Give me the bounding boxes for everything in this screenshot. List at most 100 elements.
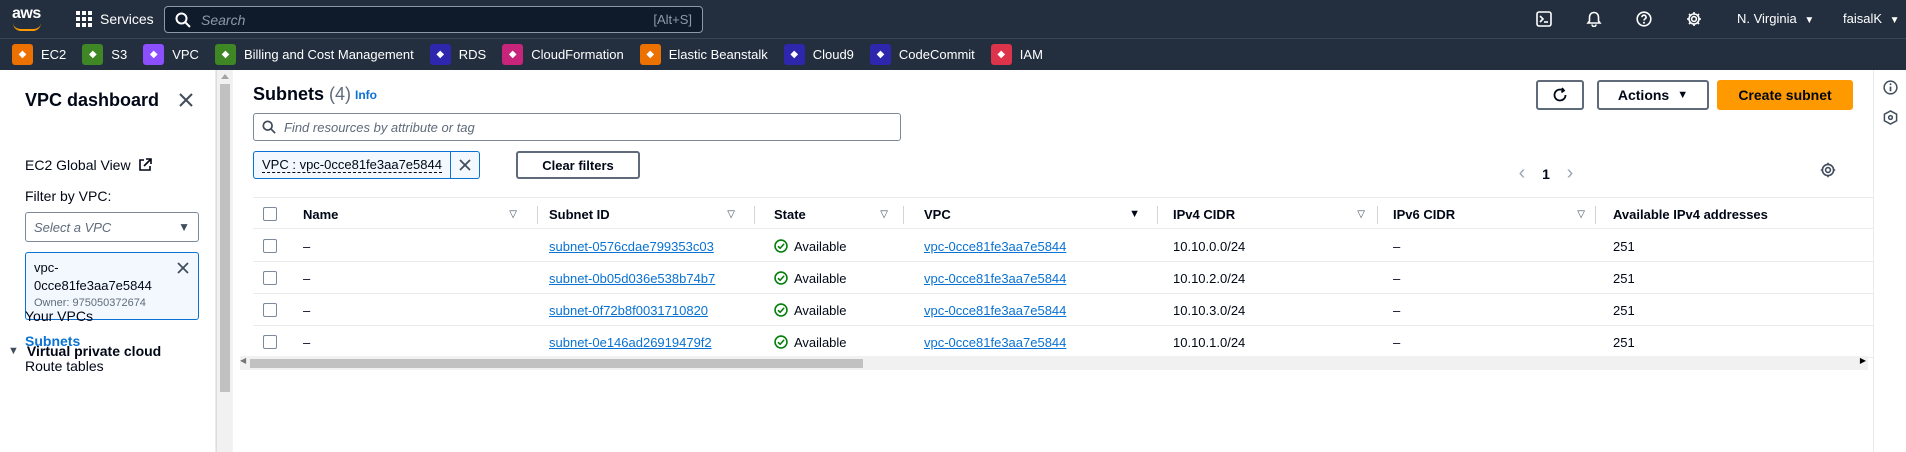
column-separator[interactable]: [1157, 206, 1158, 224]
remove-token-icon[interactable]: [176, 261, 190, 275]
column-separator[interactable]: [1377, 206, 1378, 224]
column-header-ipv6-cidr[interactable]: IPv6 CIDR ▽: [1393, 198, 1593, 230]
cell-link[interactable]: vpc-0cce81fe3aa7e5844: [924, 239, 1066, 254]
row-checkbox[interactable]: [263, 303, 277, 317]
cell-link[interactable]: vpc-0cce81fe3aa7e5844: [924, 335, 1066, 350]
favorite-billing-and-cost-management[interactable]: ◆ Billing and Cost Management: [214, 44, 414, 65]
table-horizontal-scrollbar[interactable]: ◀ ▶: [240, 356, 1868, 370]
create-subnet-label: Create subnet: [1738, 87, 1832, 103]
cell-link[interactable]: vpc-0cce81fe3aa7e5844: [924, 271, 1066, 286]
column-header-vpc[interactable]: VPC ▼: [924, 198, 1148, 230]
service-icon: ◆: [214, 44, 236, 65]
service-icon: ◆: [639, 44, 661, 65]
favorite-cloudformation[interactable]: ◆ CloudFormation: [502, 44, 624, 65]
table-row[interactable]: – subnet-0f72b8f0031710820 Available vpc-0c…: [253, 294, 1873, 326]
select-all-checkbox[interactable]: [263, 207, 277, 221]
remove-filter-button[interactable]: [451, 152, 479, 178]
row-checkbox[interactable]: [263, 335, 277, 349]
column-separator[interactable]: [1595, 206, 1596, 224]
info-panel-icon[interactable]: [1883, 80, 1898, 95]
table-row[interactable]: – subnet-0e146ad26919479f2 Available vpc-0c…: [253, 326, 1873, 358]
caret-down-icon: ▼: [1889, 15, 1900, 26]
scroll-left-arrow-icon[interactable]: ◀: [240, 356, 246, 365]
select-all-checkbox-cell[interactable]: [263, 198, 283, 230]
favorite-s3[interactable]: ◆ S3: [82, 44, 127, 65]
column-header-state[interactable]: State ▽: [774, 198, 896, 230]
column-header-available-ipv4[interactable]: Available IPv4 addresses: [1613, 198, 1873, 230]
notifications-bell-icon[interactable]: [1586, 11, 1602, 27]
table-row[interactable]: – subnet-0576cdae799353c03 Available vpc-0c…: [253, 230, 1873, 262]
cloudshell-icon[interactable]: [1536, 11, 1552, 27]
cell-link[interactable]: subnet-0e146ad26919479f2: [549, 335, 712, 350]
vpc-filter-select[interactable]: Select a VPC ▼: [25, 212, 199, 242]
service-icon: ◆: [143, 44, 165, 65]
favorite-ec2[interactable]: ◆ EC2: [12, 44, 66, 65]
filter-token-label[interactable]: VPC : vpc-0cce81fe3aa7e5844: [254, 152, 451, 178]
table-preferences-gear-icon[interactable]: [1820, 162, 1836, 178]
actions-dropdown-button[interactable]: Actions ▼: [1597, 80, 1709, 110]
cell-subnet-id[interactable]: subnet-0b05d036e538b74b7: [549, 262, 715, 294]
account-menu[interactable]: faisalK ▼: [1843, 11, 1900, 26]
help-icon[interactable]: [1636, 11, 1652, 27]
column-separator[interactable]: [537, 206, 538, 224]
scroll-up-arrow-icon[interactable]: [221, 74, 229, 79]
check-circle-icon: [774, 271, 788, 285]
next-page-icon[interactable]: ›: [1555, 162, 1585, 185]
services-menu-button[interactable]: Services: [76, 0, 154, 38]
resource-search-input[interactable]: Find resources by attribute or tag: [253, 113, 901, 141]
prev-page-icon[interactable]: ‹: [1507, 162, 1537, 185]
cell-link[interactable]: subnet-0f72b8f0031710820: [549, 303, 708, 318]
scroll-right-arrow-icon[interactable]: ▶: [1860, 356, 1866, 365]
cell-link[interactable]: subnet-0b05d036e538b74b7: [549, 271, 715, 286]
sidebar-item-your-vpcs[interactable]: Your VPCs: [25, 308, 93, 324]
settings-gear-icon[interactable]: [1686, 11, 1702, 27]
row-checkbox[interactable]: [263, 239, 277, 253]
favorite-vpc[interactable]: ◆ VPC: [143, 44, 199, 65]
favorite-elastic-beanstalk[interactable]: ◆ Elastic Beanstalk: [639, 44, 768, 65]
refresh-button[interactable]: [1536, 80, 1584, 110]
cell-vpc[interactable]: vpc-0cce81fe3aa7e5844: [924, 230, 1066, 262]
cell-link[interactable]: vpc-0cce81fe3aa7e5844: [924, 303, 1066, 318]
cell-subnet-id[interactable]: subnet-0f72b8f0031710820: [549, 294, 708, 326]
favorite-iam[interactable]: ◆ IAM: [990, 44, 1043, 65]
caret-down-icon: ▼: [178, 220, 190, 234]
column-separator[interactable]: [754, 206, 755, 224]
cell-link[interactable]: subnet-0576cdae799353c03: [549, 239, 714, 254]
cell-subnet-id[interactable]: subnet-0e146ad26919479f2: [549, 326, 712, 358]
favorite-rds[interactable]: ◆ RDS: [429, 44, 487, 65]
favorite-label: RDS: [458, 47, 487, 62]
ec2-global-view-link[interactable]: EC2 Global View: [25, 157, 153, 173]
sidebar-item-route-tables[interactable]: Route tables: [25, 358, 104, 374]
clear-filters-label: Clear filters: [542, 157, 614, 173]
column-header-ipv4-cidr[interactable]: IPv4 CIDR ▽: [1173, 198, 1373, 230]
table-row[interactable]: – subnet-0b05d036e538b74b7 Available vpc-0c…: [253, 262, 1873, 294]
favorite-label: IAM: [1019, 47, 1043, 62]
column-separator[interactable]: [903, 206, 904, 224]
cell-subnet-id[interactable]: subnet-0576cdae799353c03: [549, 230, 714, 262]
favorite-codecommit[interactable]: ◆ CodeCommit: [869, 44, 975, 65]
feedback-icon[interactable]: [1883, 110, 1898, 125]
column-header-name[interactable]: Name ▽: [303, 198, 525, 230]
cell-text: 10.10.0.0/24: [1173, 238, 1246, 254]
region-selector[interactable]: N. Virginia ▼: [1737, 11, 1814, 26]
close-icon[interactable]: [178, 92, 194, 108]
active-filter-token: VPC : vpc-0cce81fe3aa7e5844: [253, 151, 480, 179]
scrollbar-thumb[interactable]: [250, 359, 863, 368]
aws-logo[interactable]: aws: [12, 6, 44, 32]
scrollbar-thumb[interactable]: [220, 84, 230, 392]
column-header-subnet-id[interactable]: Subnet ID ▽: [549, 198, 743, 230]
row-checkbox[interactable]: [263, 271, 277, 285]
sidebar-item-subnets[interactable]: Subnets: [25, 333, 80, 349]
cell-vpc[interactable]: vpc-0cce81fe3aa7e5844: [924, 326, 1066, 358]
row-checkbox-cell: [263, 230, 277, 262]
global-search-input[interactable]: Search [Alt+S]: [164, 6, 703, 33]
clear-filters-button[interactable]: Clear filters: [516, 151, 640, 179]
favorite-cloud9[interactable]: ◆ Cloud9: [783, 44, 854, 65]
info-link[interactable]: Info: [355, 88, 377, 102]
create-subnet-button[interactable]: Create subnet: [1717, 80, 1853, 110]
sidenav-scrollbar[interactable]: [216, 70, 232, 452]
cell-vpc[interactable]: vpc-0cce81fe3aa7e5844: [924, 294, 1066, 326]
service-icon: ◆: [429, 44, 451, 65]
page-number[interactable]: 1: [1537, 166, 1555, 182]
cell-vpc[interactable]: vpc-0cce81fe3aa7e5844: [924, 262, 1066, 294]
